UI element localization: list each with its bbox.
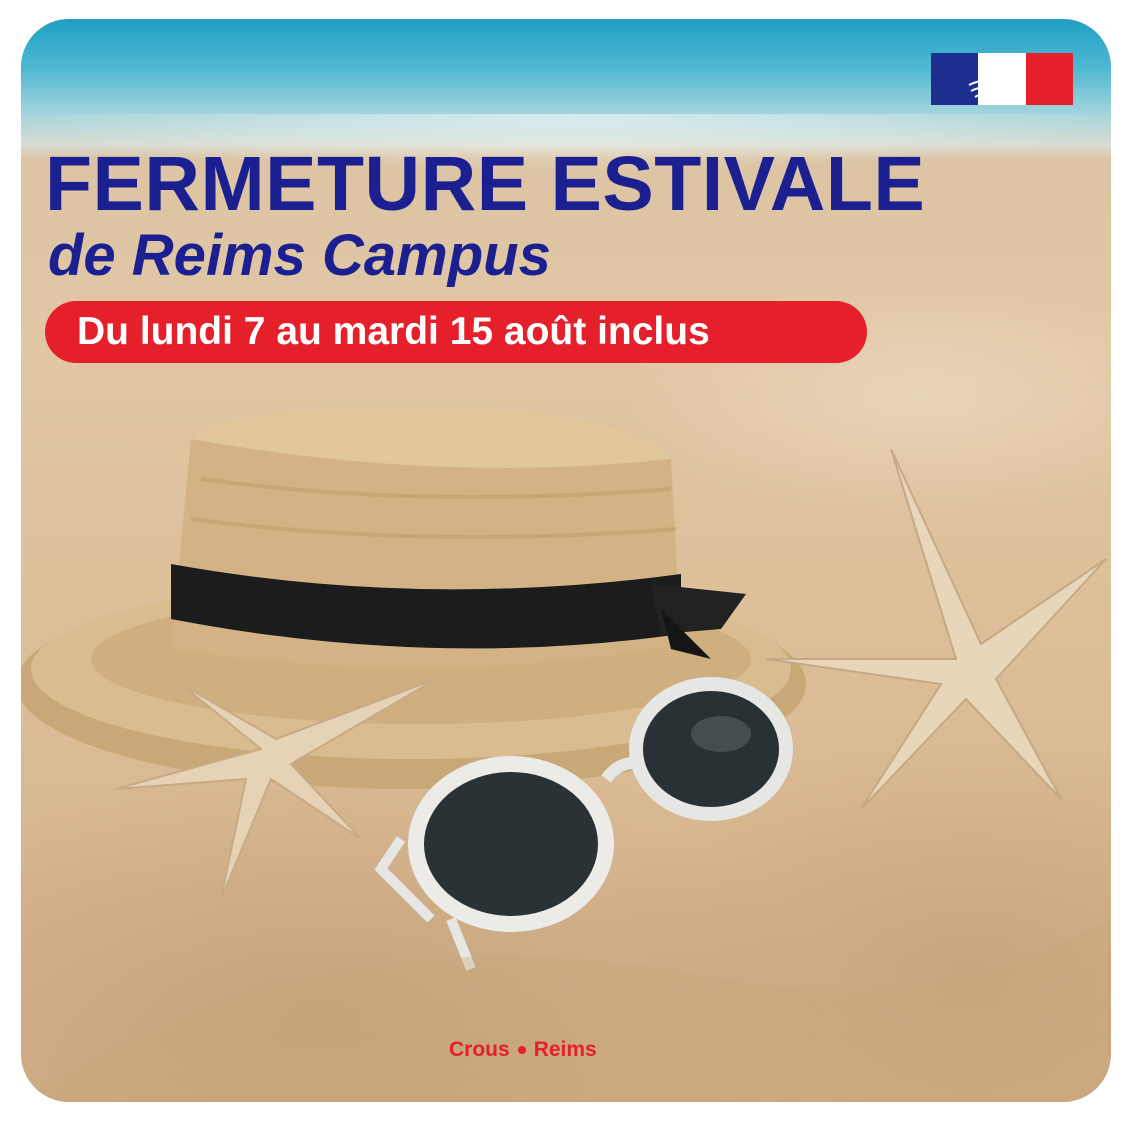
starfish-right [765, 448, 1107, 810]
footer-brand: Crous Reims [449, 1038, 597, 1062]
marianne-icon [968, 63, 1025, 99]
page-title: FERMETURE ESTIVALE [45, 141, 926, 227]
footer-crous: Crous [449, 1038, 510, 1061]
sand-mound [21, 919, 1111, 1102]
page-subtitle: de Reims Campus [48, 223, 551, 288]
separator-dot-icon [517, 1046, 526, 1054]
french-republic-logo [931, 53, 1073, 105]
footer-reims: Reims [533, 1038, 597, 1061]
date-text: Du lundi 7 au mardi 15 août inclus [77, 310, 710, 353]
date-banner: Du lundi 7 au mardi 15 août inclus [45, 301, 867, 363]
